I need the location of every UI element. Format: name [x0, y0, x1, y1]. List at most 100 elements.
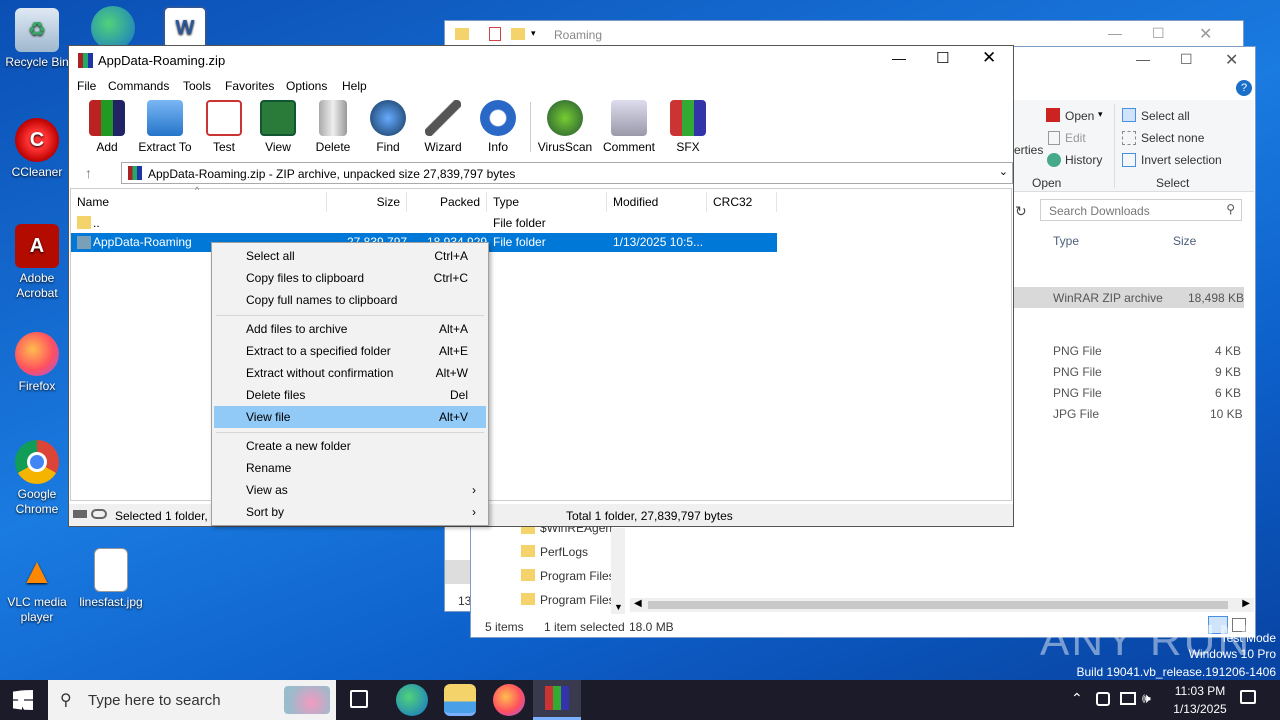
refresh-icon[interactable]: ↻ [1015, 203, 1027, 220]
extract-to-button[interactable]: Extract To [135, 100, 195, 154]
menu-item-view-file[interactable]: View file Alt+V [214, 406, 486, 428]
column-header-modified[interactable]: Modified [607, 192, 707, 212]
ribbon-edit-button[interactable]: Edit [1065, 131, 1086, 145]
vertical-scrollbar[interactable]: ▼ [611, 528, 625, 614]
menu-item-copy-full-names[interactable]: Copy full names to clipboard [214, 289, 486, 311]
delete-button[interactable]: Delete [303, 100, 363, 154]
firefox-taskbar-icon[interactable] [493, 684, 525, 716]
view-button[interactable]: View [248, 100, 308, 154]
tree-item[interactable]: PerfLogs [540, 545, 588, 559]
desktop-icon-ccleaner[interactable]: C CCleaner [0, 118, 74, 180]
file-size: 9 KB [1215, 365, 1242, 379]
add-button[interactable]: Add [77, 100, 137, 154]
taskbar-search[interactable]: ⚲ Type here to search [48, 680, 336, 720]
volume-icon[interactable]: 🕪 [1142, 690, 1151, 707]
close-button[interactable]: ✕ [982, 48, 996, 68]
ribbon-select-all[interactable]: Select all [1141, 109, 1190, 123]
winrar-titlebar[interactable]: AppData-Roaming.zip — ☐ ✕ [69, 46, 1013, 76]
help-icon[interactable]: ? [1236, 80, 1252, 96]
menu-item-sort-by[interactable]: Sort by › [214, 501, 486, 523]
desktop-icon-recycle-bin[interactable]: ♻ Recycle Bin [0, 8, 74, 70]
table-row-parent[interactable]: .. File folder [71, 214, 777, 233]
clock-time[interactable]: 11:03 PM [1168, 684, 1232, 698]
menu-item-extract-to[interactable]: Extract to a specified folder Alt+E [214, 340, 486, 362]
menu-favorites[interactable]: Favorites [225, 79, 274, 93]
menu-item-copy-files[interactable]: Copy files to clipboard Ctrl+C [214, 267, 486, 289]
menu-item-add-files[interactable]: Add files to archive Alt+A [214, 318, 486, 340]
ribbon-open-button[interactable]: Open [1065, 109, 1094, 123]
menu-item-rename[interactable]: Rename [214, 457, 486, 479]
column-header-packed[interactable]: Packed [407, 192, 487, 212]
menu-item-view-as[interactable]: View as › [214, 479, 486, 501]
winrar-taskbar-button[interactable] [533, 680, 581, 720]
menu-options[interactable]: Options [286, 79, 327, 93]
file-explorer-taskbar-icon[interactable] [444, 684, 476, 716]
file-size: 10 KB [1210, 407, 1243, 421]
find-button[interactable]: Find [358, 100, 418, 154]
maximize-button[interactable]: ☐ [1180, 51, 1193, 68]
comment-button[interactable]: Comment [599, 100, 659, 154]
menu-item-create-folder[interactable]: Create a new folder [214, 435, 486, 457]
ribbon-properties-label[interactable]: erties [1014, 143, 1043, 157]
minimize-button[interactable]: — [892, 50, 906, 66]
menu-file[interactable]: File [77, 79, 96, 93]
menu-item-select-all[interactable]: Select all Ctrl+A [214, 245, 486, 267]
horizontal-scrollbar[interactable]: ◀ ▶ [630, 598, 1254, 612]
test-button[interactable]: Test [194, 100, 254, 154]
chevron-down-icon[interactable]: ⌄ [999, 165, 1008, 178]
info-button[interactable]: Info [468, 100, 528, 154]
notifications-icon[interactable] [1240, 690, 1256, 704]
virusscan-button[interactable]: VirusScan [535, 100, 595, 154]
display-icon[interactable] [1120, 692, 1136, 705]
minimize-button[interactable]: — [1108, 25, 1122, 41]
ribbon-history-button[interactable]: History [1065, 153, 1102, 167]
minimize-button[interactable]: — [1136, 51, 1150, 67]
menu-tools[interactable]: Tools [183, 79, 211, 93]
chevron-right-icon: › [472, 505, 476, 519]
column-header-name[interactable]: Name [71, 192, 327, 212]
word-icon: W [163, 6, 207, 50]
close-button[interactable]: ✕ [1225, 50, 1238, 70]
column-header-type[interactable]: Type [1053, 234, 1079, 248]
edge-taskbar-icon[interactable] [396, 684, 428, 716]
tree-item[interactable]: Program Files [540, 569, 612, 583]
chevron-down-icon[interactable]: ▼ [614, 602, 623, 612]
clock-date[interactable]: 1/13/2025 [1164, 702, 1236, 716]
desktop-icon-chrome[interactable]: Google Chrome [0, 440, 74, 517]
network-icon[interactable] [1096, 692, 1110, 706]
ribbon-select-none[interactable]: Select none [1141, 131, 1204, 145]
maximize-button[interactable]: ☐ [936, 49, 949, 67]
desktop-icon-vlc[interactable]: ▲ VLC media player [0, 548, 74, 625]
tree-item[interactable]: Program Files [540, 593, 612, 607]
column-header-type[interactable]: Type [487, 192, 607, 212]
desktop-icon-linesfast[interactable]: linesfast.jpg [74, 548, 148, 610]
maximize-button[interactable]: ☐ [1152, 25, 1165, 42]
scrollbar-thumb[interactable] [648, 601, 1228, 609]
menu-help[interactable]: Help [342, 79, 367, 93]
search-input[interactable]: Search Downloads [1049, 204, 1150, 218]
chevron-up-icon[interactable]: ⌃ [1071, 690, 1083, 707]
menu-commands[interactable]: Commands [108, 79, 169, 93]
search-input[interactable]: Type here to search [88, 692, 221, 709]
column-header-size[interactable]: Size [1173, 234, 1196, 248]
ribbon-invert-selection[interactable]: Invert selection [1141, 153, 1222, 167]
sfx-button[interactable]: SFX [658, 100, 718, 154]
scroll-right-icon[interactable]: ▶ [1242, 598, 1250, 609]
up-arrow-icon[interactable]: ↑ [85, 165, 92, 181]
chevron-down-icon[interactable]: ▾ [531, 28, 536, 39]
close-button[interactable]: ✕ [1199, 24, 1212, 44]
search-box[interactable]: Search Downloads ⚲ [1040, 199, 1242, 221]
desktop-icon-firefox[interactable]: Firefox [0, 332, 74, 394]
status-total: Total 1 folder, 27,839,797 bytes [566, 509, 733, 523]
scroll-left-icon[interactable]: ◀ [634, 598, 642, 609]
menu-item-delete-files[interactable]: Delete files Del [214, 384, 486, 406]
wizard-button[interactable]: Wizard [413, 100, 473, 154]
folder-icon [521, 593, 535, 605]
ribbon-group-open: Open [1032, 176, 1062, 190]
desktop-icon-acrobat[interactable]: A Adobe Acrobat [0, 224, 74, 301]
menu-item-extract-without-confirmation[interactable]: Extract without confirmation Alt+W [214, 362, 486, 384]
path-combobox[interactable]: AppData-Roaming.zip - ZIP archive, unpac… [121, 162, 1013, 184]
column-header-size[interactable]: Size [327, 192, 407, 212]
column-header-crc32[interactable]: CRC32 [707, 192, 777, 212]
task-view-icon[interactable] [350, 690, 368, 708]
